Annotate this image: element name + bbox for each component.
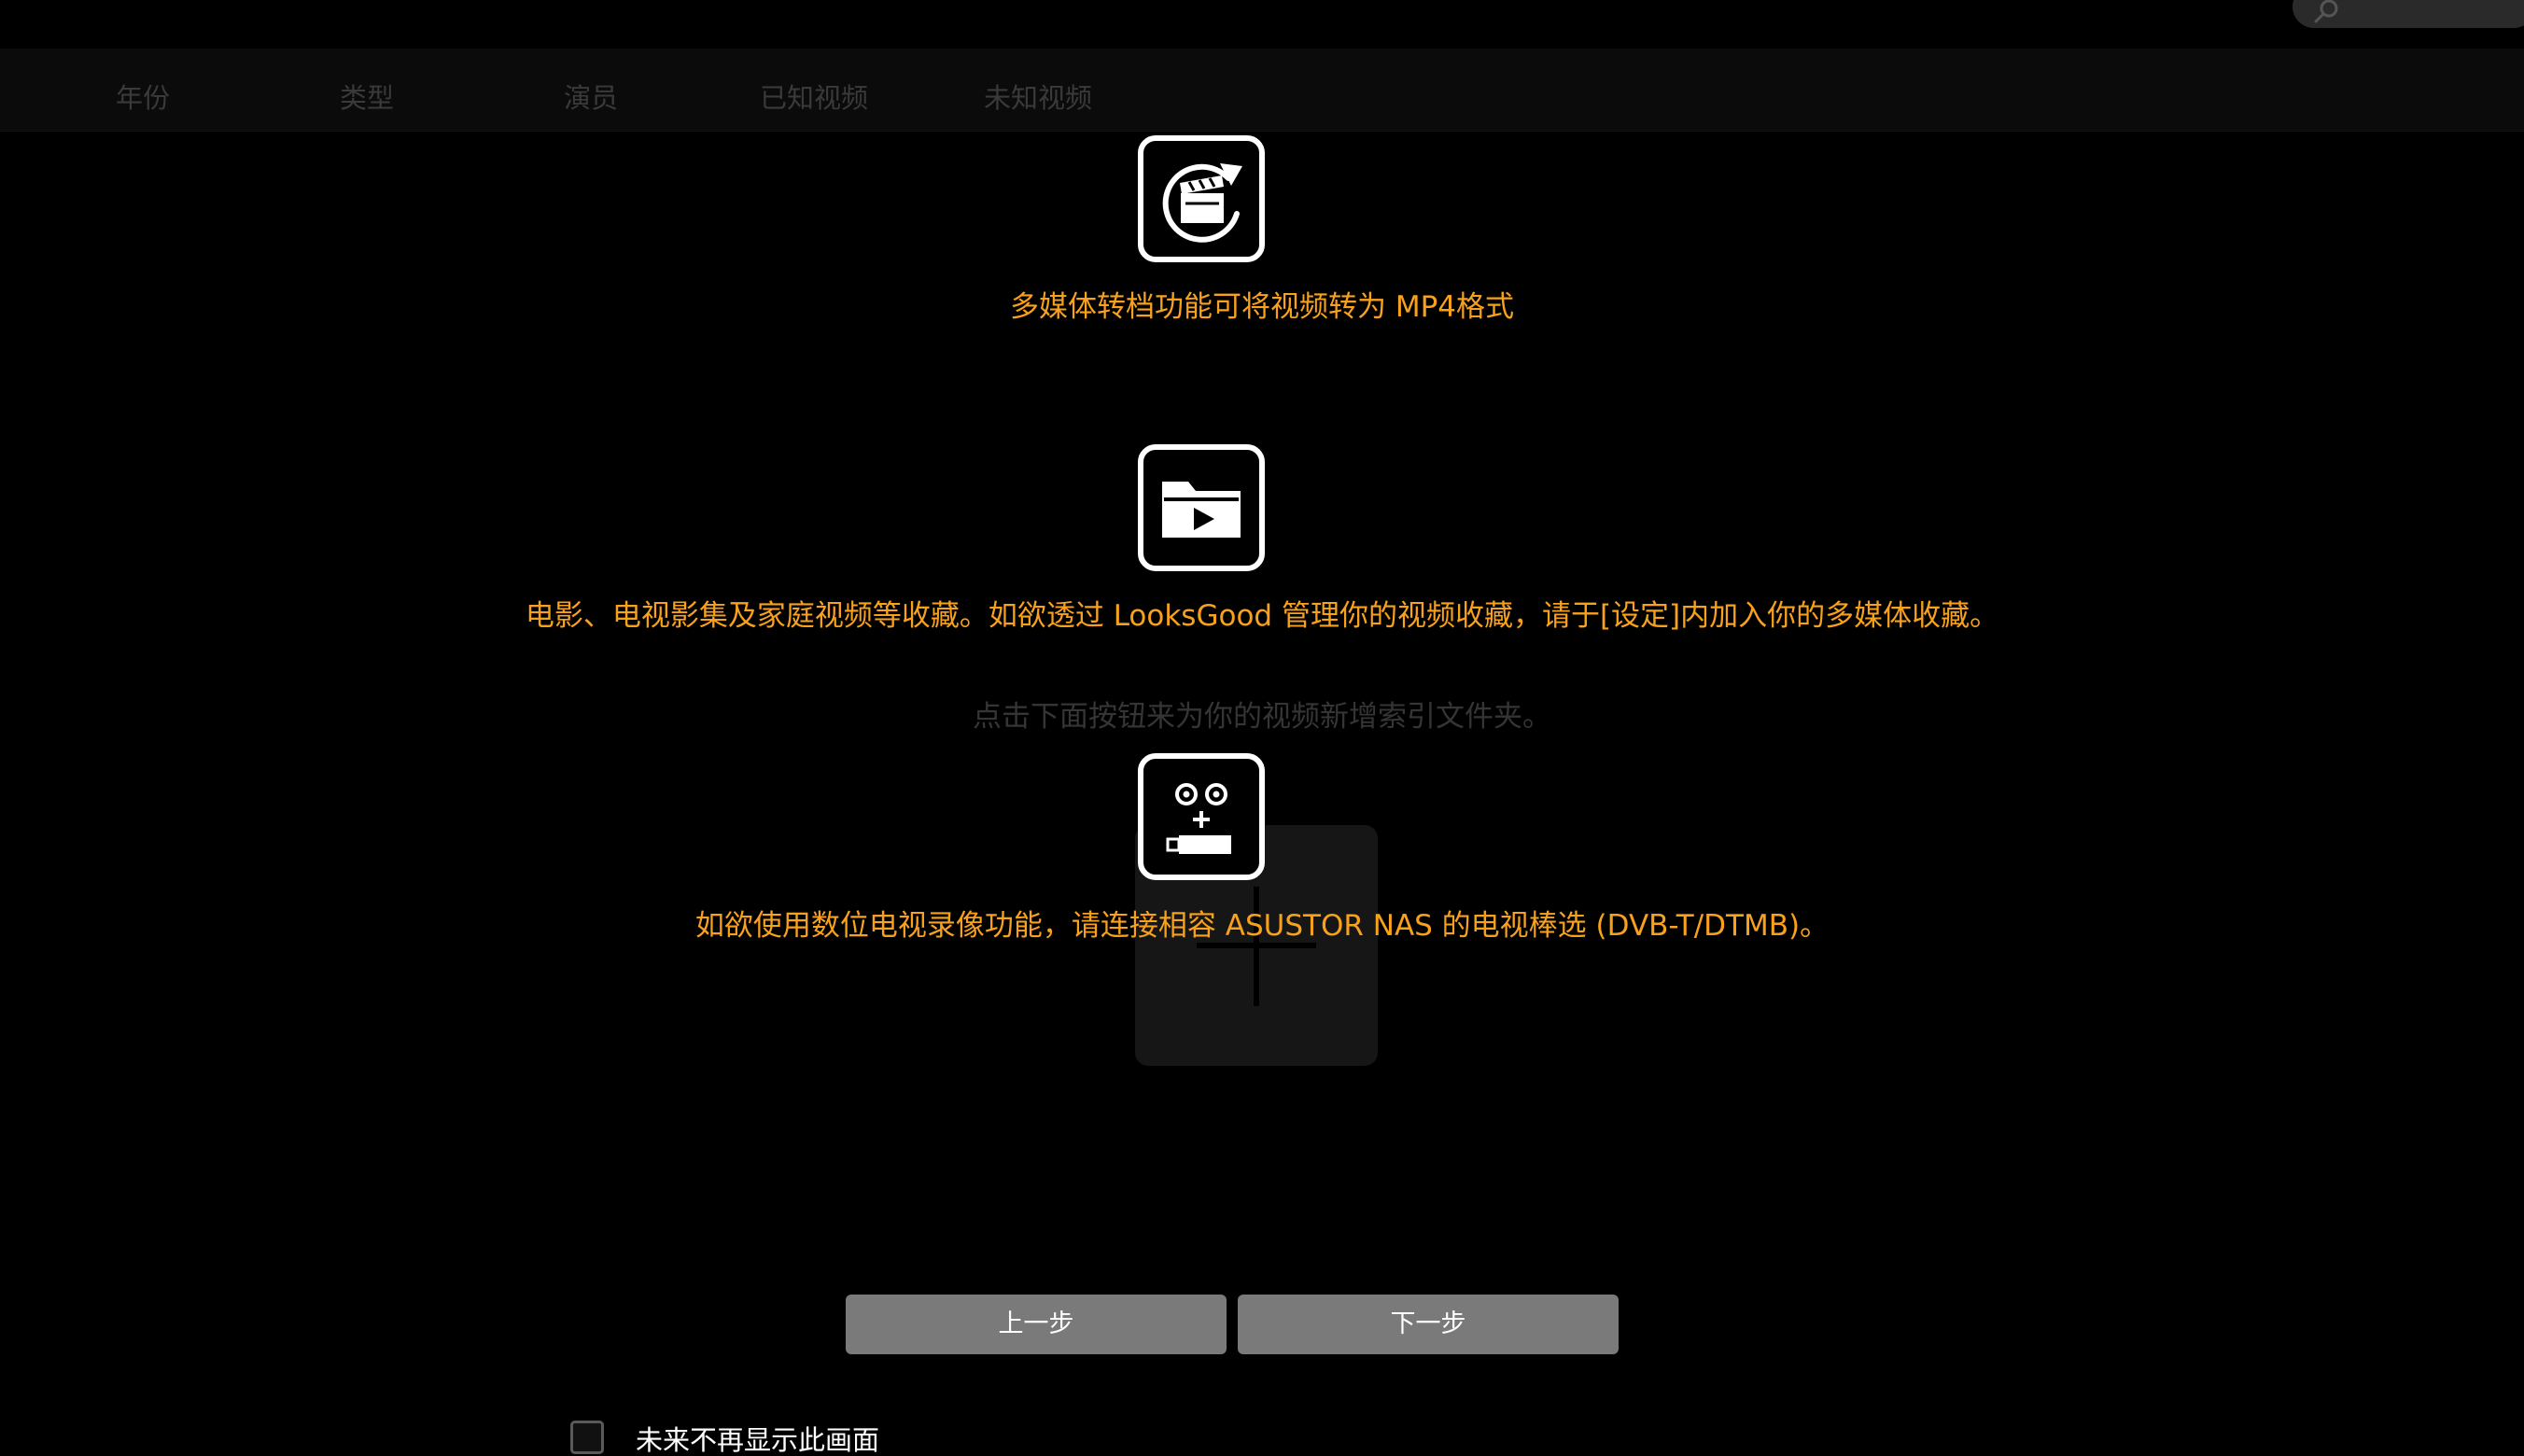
search-icon[interactable] — [2313, 0, 2341, 26]
video-convert-icon — [1138, 135, 1265, 262]
add-folder-hint: 点击下面按钮来为你的视频新增索引文件夹。 — [973, 700, 1551, 734]
feature-dvr-text: 如欲使用数位电视录像功能，请连接相容 ASUSTOR NAS 的电视棒选 (DV… — [694, 909, 1830, 943]
feature-convert-text: 多媒体转档功能可将视频转为 MP4格式 — [1009, 290, 1515, 324]
dont-show-checkbox[interactable] — [570, 1421, 604, 1454]
feature-collection-text: 电影、电视影集及家庭视频等收藏。如欲透过 LooksGood 管理你的视频收藏，… — [525, 599, 1999, 633]
top-bar — [0, 0, 2524, 47]
tv-dongle-icon — [1138, 753, 1265, 880]
previous-button[interactable]: 上一步 — [846, 1295, 1227, 1354]
category-tabs: 年份 类型 演员 已知视频 未知视频 — [0, 49, 2524, 132]
tab-actor[interactable]: 演员 — [564, 77, 618, 116]
dont-show-label: 未来不再显示此画面 — [636, 1424, 880, 1456]
tab-genre[interactable]: 类型 — [340, 77, 394, 116]
tab-year[interactable]: 年份 — [116, 77, 170, 116]
next-button[interactable]: 下一步 — [1238, 1295, 1619, 1354]
video-folder-icon — [1138, 444, 1265, 571]
wizard-page: 年份 类型 演员 已知视频 未知视频 点击下面按钮来为你的视频新增索引文件夹。 … — [0, 0, 2524, 1456]
tab-known-videos[interactable]: 已知视频 — [760, 77, 868, 116]
search-box[interactable] — [2293, 0, 2524, 28]
tab-unknown-videos[interactable]: 未知视频 — [984, 77, 1092, 116]
